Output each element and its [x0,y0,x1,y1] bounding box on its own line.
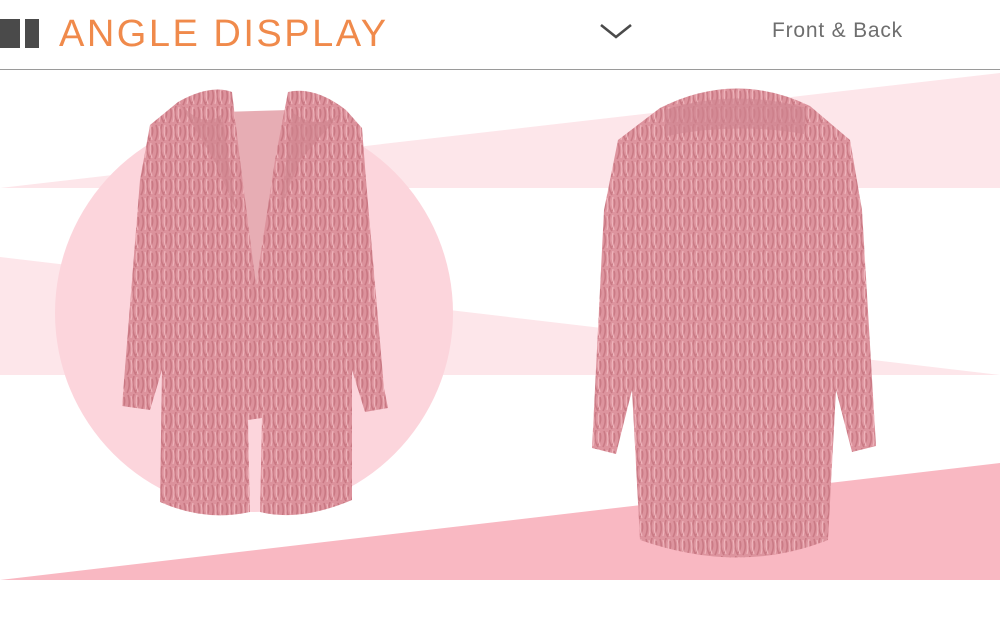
double-bar-icon [0,19,40,48]
section-header: ANGLE DISPLAY Front & Back [0,0,1000,70]
view-label: Front & Back [772,19,903,42]
chevron-down-icon[interactable] [599,22,633,40]
coat-back-image [592,88,876,558]
section-title: ANGLE DISPLAY [59,13,389,55]
product-showcase [0,70,1000,580]
